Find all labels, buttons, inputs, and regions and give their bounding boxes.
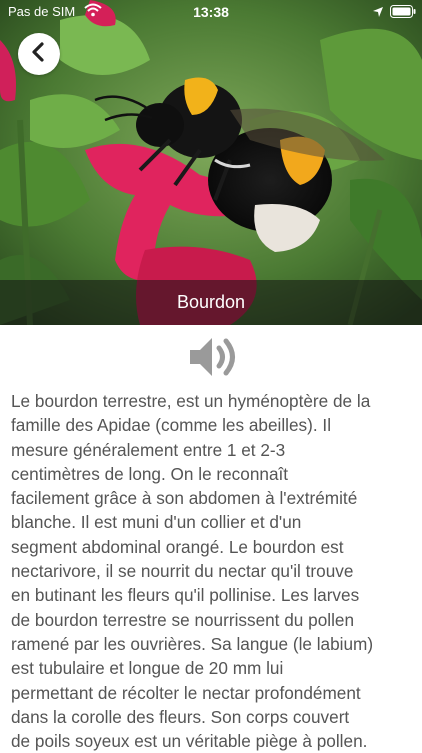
bumblebee-photo — [0, 0, 422, 325]
title-band: Bourdon — [0, 280, 422, 325]
status-bar: Pas de SIM 13:38 — [0, 0, 422, 24]
play-audio-button[interactable] — [185, 334, 239, 384]
species-description: Le bourdon terrestre, est un hyménoptère… — [11, 391, 374, 752]
page-title: Bourdon — [176, 292, 246, 312]
battery-icon — [390, 5, 416, 21]
chevron-left-icon — [31, 41, 47, 67]
back-button[interactable] — [18, 33, 60, 75]
speaker-icon — [186, 333, 238, 386]
location-arrow-icon — [372, 5, 384, 21]
hero-image: Pas de SIM 13:38 Bourdon — [0, 0, 422, 325]
clock-label: 13:38 — [193, 4, 229, 20]
